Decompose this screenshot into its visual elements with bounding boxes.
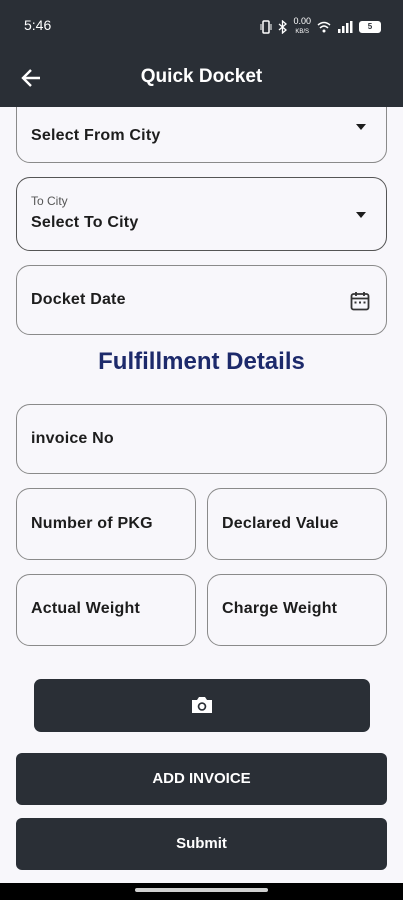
page-title: Quick Docket — [140, 66, 263, 87]
chevron-down-icon — [356, 212, 366, 218]
invoice-no-placeholder: invoice No — [31, 430, 114, 447]
from-city-dropdown[interactable]: Select From City — [16, 107, 387, 163]
camera-icon — [192, 697, 212, 713]
number-of-pkg-field[interactable]: Number of PKG — [16, 488, 196, 560]
to-city-label: To City — [31, 194, 68, 208]
status-icons: 0.00 KB/S 5 — [260, 17, 381, 37]
camera-button[interactable] — [34, 679, 370, 732]
declared-value-placeholder: Declared Value — [222, 515, 339, 532]
signal-icon — [338, 21, 353, 33]
charge-weight-placeholder: Charge Weight — [222, 600, 338, 617]
submit-button[interactable]: Submit — [16, 818, 387, 870]
add-invoice-button[interactable]: ADD INVOICE — [16, 753, 387, 805]
vibrate-icon — [260, 20, 272, 34]
status-bar: 5:46 0.00 KB/S 5 — [0, 0, 403, 52]
battery-icon: 5 — [359, 21, 381, 33]
actual-weight-placeholder: Actual Weight — [31, 600, 140, 617]
from-city-value: Select From City — [31, 127, 161, 144]
status-time: 5:46 — [24, 17, 52, 33]
home-gesture-handle[interactable] — [135, 888, 268, 892]
network-speed: 0.00 KB/S — [293, 16, 311, 36]
form-content: Select From City To City Select To City … — [0, 107, 403, 883]
declared-value-field[interactable]: Declared Value — [207, 488, 387, 560]
system-nav-bar — [0, 883, 403, 900]
to-city-value: Select To City — [31, 214, 139, 231]
number-of-pkg-placeholder: Number of PKG — [31, 515, 153, 532]
wifi-icon — [317, 21, 331, 33]
actual-weight-field[interactable]: Actual Weight — [16, 574, 196, 646]
charge-weight-field[interactable]: Charge Weight — [207, 574, 387, 646]
to-city-dropdown[interactable]: To City Select To City — [16, 177, 387, 251]
section-title: Fulfillment Details — [98, 348, 305, 375]
docket-date-placeholder: Docket Date — [31, 291, 126, 308]
app-bar: Quick Docket — [0, 52, 403, 107]
docket-date-field[interactable]: Docket Date — [16, 265, 387, 335]
calendar-icon[interactable] — [350, 291, 370, 311]
bluetooth-icon — [279, 20, 288, 34]
invoice-no-field[interactable]: invoice No — [16, 404, 387, 474]
chevron-down-icon — [356, 124, 366, 130]
